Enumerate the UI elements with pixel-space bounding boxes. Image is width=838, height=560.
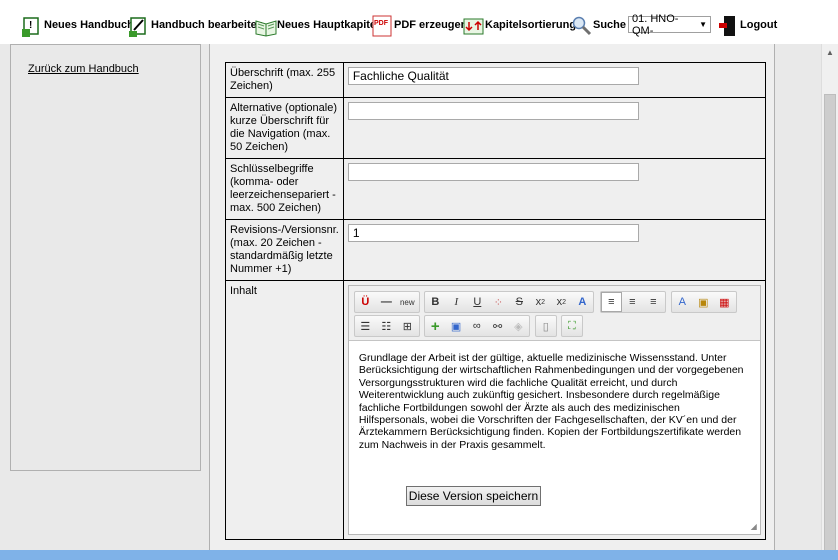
text-color-icon[interactable]: A (572, 292, 593, 312)
scroll-thumb[interactable] (824, 94, 836, 554)
resize-handle-icon[interactable]: ◢ (751, 522, 757, 531)
editor-group-tools: A ▣ ▦ (670, 291, 737, 313)
pdf-button[interactable]: PDF PDF erzeugen (372, 7, 467, 37)
indent-icon[interactable]: ⊞ (397, 316, 418, 336)
keywords-input[interactable] (347, 163, 639, 181)
alt-heading-input[interactable] (347, 102, 639, 120)
book-icon (255, 15, 277, 37)
remove-format-icon[interactable]: A (672, 292, 693, 312)
strikethrough-icon[interactable]: S (509, 292, 530, 312)
document-icon[interactable]: ▯ (536, 316, 556, 336)
align-center-icon[interactable]: ≡ (622, 292, 643, 312)
pdf-icon: PDF (372, 15, 392, 37)
editor-group-align: ≡ ≡ ≡ (599, 291, 666, 313)
vertical-scrollbar[interactable]: ▲ (821, 44, 838, 560)
chapter-sort-button[interactable]: Kapitelsortierung (463, 7, 576, 37)
search-icon (571, 15, 592, 37)
keywords-cell (342, 158, 766, 220)
sort-label: Kapitelsortierung (485, 19, 577, 31)
back-to-manual-link[interactable]: Zurück zum Handbuch (28, 63, 139, 75)
format-icon[interactable]: ⁘ (488, 292, 509, 312)
chevron-down-icon: ▼ (699, 20, 707, 29)
new-chapter-label: Neues Hauptkapitel (277, 19, 380, 31)
new-manual-label: Neues Handbuch (44, 19, 134, 31)
calendar-icon[interactable]: ▦ (714, 292, 735, 312)
link-icon[interactable]: ∞ (466, 316, 487, 336)
revision-input[interactable] (347, 224, 639, 242)
revision-cell (342, 219, 766, 281)
align-left-icon[interactable]: ≡ (600, 292, 622, 312)
alt-heading-cell (342, 97, 766, 159)
heading-cell (342, 62, 766, 98)
top-toolbar: ! Neues Handbuch Handbuch bearbeiten Neu… (0, 0, 838, 44)
new-manual-icon: ! (22, 15, 42, 37)
superscript-icon[interactable]: x2 (551, 292, 572, 312)
align-right-icon[interactable]: ≡ (643, 292, 664, 312)
underline-icon[interactable]: U (467, 292, 488, 312)
alt-heading-label: Alternative (optionale) kurze Überschrif… (225, 97, 344, 159)
search-button[interactable]: Suche (571, 7, 626, 37)
new-manual-button[interactable]: ! Neues Handbuch (22, 7, 134, 37)
unlink-icon[interactable]: ⚯ (487, 316, 508, 336)
content-panel: Überschrift (max. 255 Zeichen) Alternati… (209, 44, 775, 560)
editor-toolbar: Ü — new B I U ⁘ S x2 x2 A ≡ ≡ ≡ A ▣ ▦ ☰ … (348, 286, 760, 341)
svg-text:!: ! (29, 20, 32, 31)
logout-label: Logout (740, 19, 778, 31)
subscript-icon[interactable]: x2 (530, 292, 551, 312)
editor-group-doc: ▯ (534, 315, 557, 337)
heading-label: Überschrift (max. 255 Zeichen) (225, 62, 344, 98)
chapter-form: Überschrift (max. 255 Zeichen) Alternati… (225, 62, 766, 540)
horizontal-rule-icon[interactable]: — (376, 292, 397, 312)
paste-icon[interactable]: ▣ (693, 292, 714, 312)
heading-input[interactable] (347, 67, 639, 85)
edit-manual-icon (129, 15, 149, 37)
pdf-label: PDF erzeugen (394, 19, 468, 31)
edit-manual-button[interactable]: Handbuch bearbeiten (129, 7, 263, 37)
revision-label: Revisions-/Versionsnr. (max. 20 Zeichen … (225, 219, 344, 281)
anchor-icon[interactable]: ◈ (508, 316, 529, 336)
content-label: Inhalt (225, 280, 344, 540)
editor-group-objects: + ▣ ∞ ⚯ ◈ (423, 315, 530, 337)
logout-icon (718, 15, 738, 37)
image-icon[interactable]: ▣ (446, 316, 467, 336)
save-version-button[interactable]: Diese Version speichern (406, 486, 541, 506)
editor-group-insert: Ü — new (353, 291, 420, 313)
editor-group-format: B I U ⁘ S x2 x2 A (423, 291, 594, 313)
special-char-icon[interactable]: Ü (355, 292, 376, 312)
bold-icon[interactable]: B (425, 292, 446, 312)
maximize-icon[interactable]: ⛶ (562, 316, 582, 336)
sidebar: Zurück zum Handbuch (10, 44, 201, 471)
add-icon[interactable]: + (425, 316, 446, 336)
new-chapter-button[interactable]: Neues Hauptkapitel (255, 7, 379, 37)
editor-group-view: ⛶ (560, 315, 583, 337)
keywords-label: Schlüsselbegriffe (komma- oder leerzeich… (225, 158, 344, 220)
numbered-list-icon[interactable]: ☷ (376, 316, 397, 336)
search-label: Suche (593, 19, 627, 31)
bullet-list-icon[interactable]: ☰ (355, 316, 376, 336)
sort-icon (463, 15, 484, 37)
manual-select[interactable]: 01. HNO-QM- ▼ (628, 13, 711, 37)
manual-select-value: 01. HNO-QM- (632, 12, 679, 37)
pdf-icon-text: PDF (374, 20, 389, 27)
new-page-icon[interactable]: new (397, 292, 418, 312)
editor-group-lists: ☰ ☷ ⊞ (353, 315, 420, 337)
italic-icon[interactable]: I (446, 292, 467, 312)
edit-manual-label: Handbuch bearbeiten (151, 19, 264, 31)
logout-button[interactable]: Logout (718, 7, 777, 37)
window-bottom-bar (0, 550, 838, 560)
scroll-up-icon[interactable]: ▲ (822, 44, 838, 61)
